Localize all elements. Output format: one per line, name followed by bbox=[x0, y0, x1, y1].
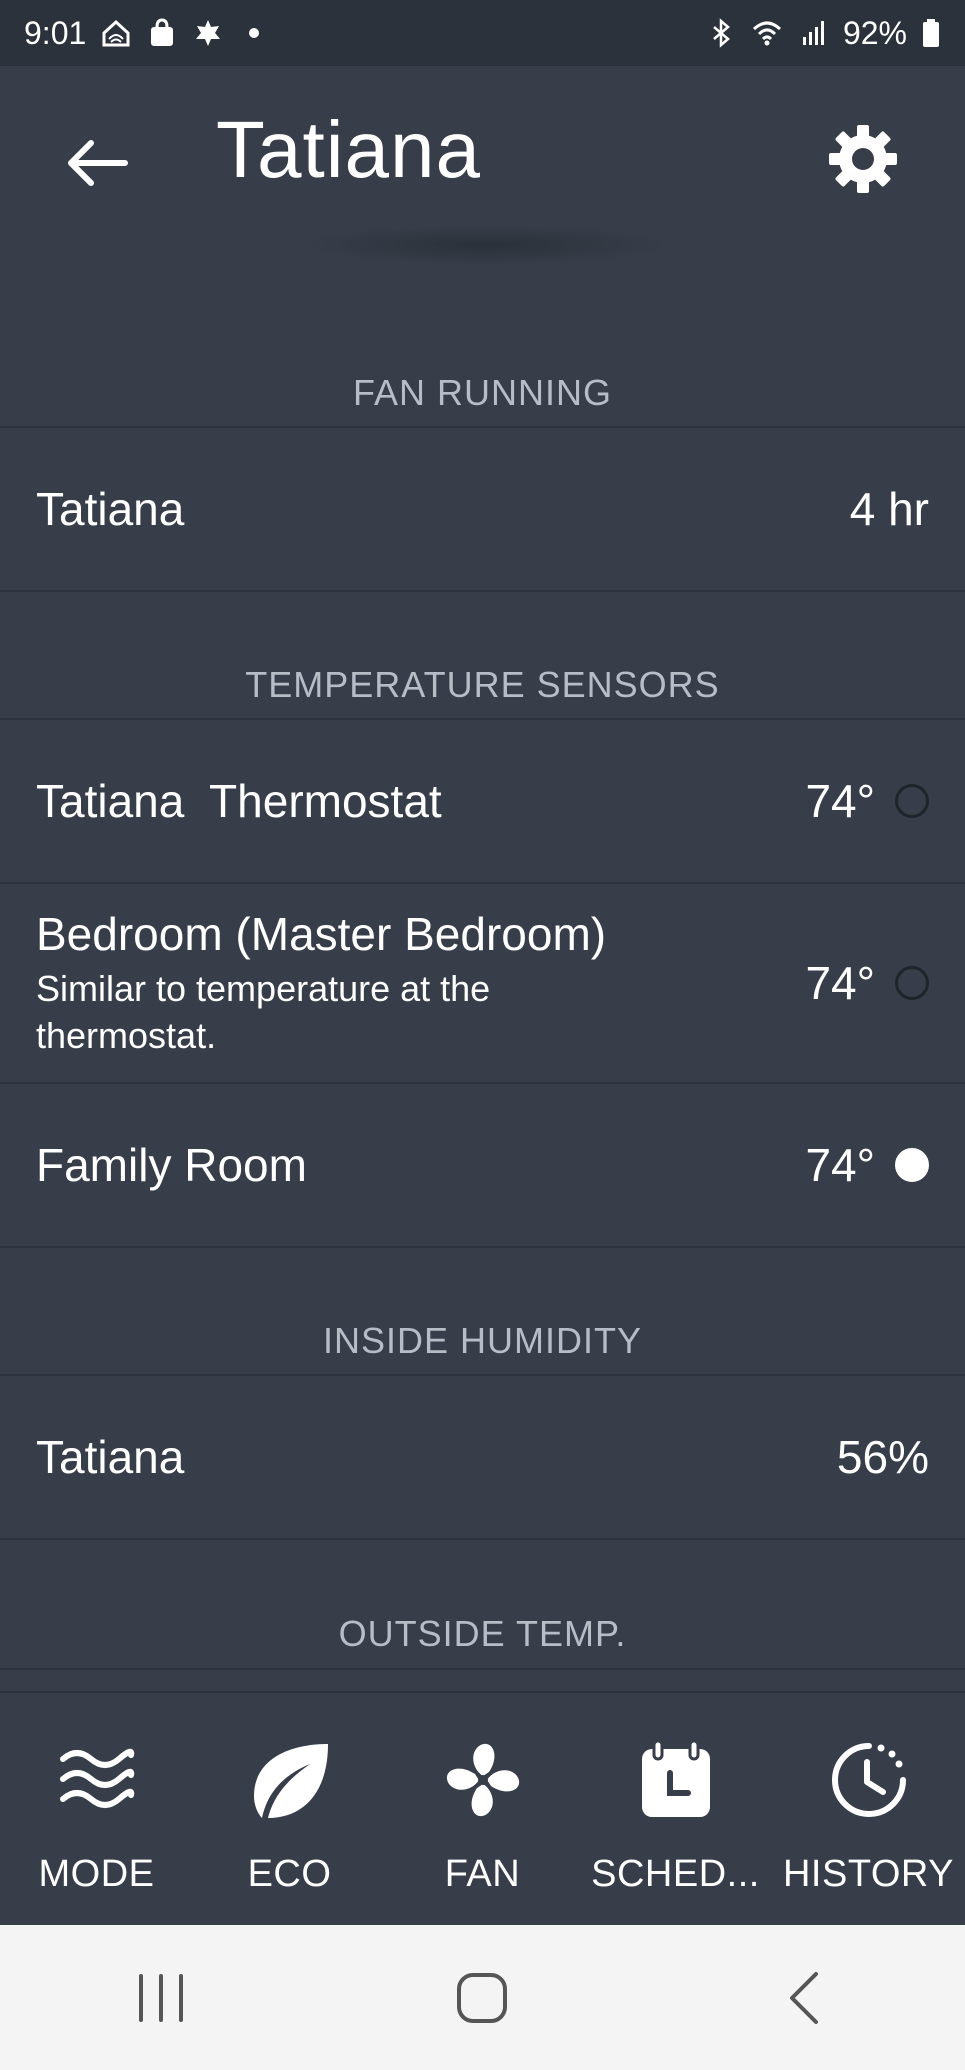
row-value: 4 hr bbox=[849, 483, 929, 535]
recent-apps-button[interactable] bbox=[101, 1948, 221, 2048]
battery-percent: 92% bbox=[842, 14, 907, 51]
row-value: 56% bbox=[836, 1431, 929, 1483]
row-label: Tatiana bbox=[36, 1431, 185, 1483]
home-button[interactable] bbox=[422, 1948, 542, 2048]
schedule-icon bbox=[633, 1737, 719, 1823]
nav-label: MODE bbox=[38, 1853, 155, 1895]
section-header-outside-temp: OUTSIDE TEMP. bbox=[338, 1613, 627, 1654]
status-time: 9:01 bbox=[24, 14, 87, 51]
sensor-select-radio-selected[interactable] bbox=[895, 1148, 929, 1182]
leaf-icon bbox=[247, 1737, 333, 1823]
waves-icon bbox=[54, 1737, 140, 1823]
row-text-group: Bedroom (Master Bedroom) Similar to temp… bbox=[36, 907, 636, 1059]
battery-icon bbox=[921, 17, 941, 49]
header-shadow bbox=[300, 225, 670, 265]
sensor-temperature: 74° bbox=[805, 775, 875, 827]
home-button-icon bbox=[457, 1972, 508, 2023]
dot-icon bbox=[238, 17, 270, 49]
nav-label: ECO bbox=[247, 1853, 332, 1895]
nav-label: SCHED... bbox=[591, 1853, 760, 1895]
sensor-row-bedroom[interactable]: Bedroom (Master Bedroom) Similar to temp… bbox=[0, 884, 965, 1084]
fan-running-row[interactable]: Tatiana 4 hr bbox=[0, 426, 965, 592]
nav-fan[interactable]: FAN bbox=[386, 1693, 579, 1927]
status-bar-right: 92% bbox=[705, 15, 941, 52]
nav-eco[interactable]: ECO bbox=[193, 1693, 386, 1927]
arrow-left-icon bbox=[68, 140, 128, 186]
row-label: Bedroom (Master Bedroom) bbox=[36, 908, 607, 960]
home-icon bbox=[100, 17, 132, 49]
nav-label: HISTORY bbox=[782, 1853, 955, 1895]
sensor-select-radio[interactable] bbox=[895, 784, 929, 818]
sensor-temperature: 74° bbox=[805, 1139, 875, 1191]
status-bar: 9:01 92% bbox=[0, 0, 965, 66]
row-label: Family Room bbox=[36, 1139, 307, 1191]
sensor-temperature: 74° bbox=[805, 957, 875, 1009]
sensor-select-radio[interactable] bbox=[895, 966, 929, 1000]
history-icon bbox=[826, 1737, 912, 1823]
app-bar: Tatiana bbox=[0, 66, 965, 236]
humidity-row[interactable]: Tatiana 56% bbox=[0, 1374, 965, 1540]
system-nav-bar bbox=[0, 1925, 965, 2070]
settings-button[interactable] bbox=[818, 114, 908, 204]
row-label: Tatiana bbox=[36, 483, 185, 535]
section-header-fan-running: FAN RUNNING bbox=[352, 372, 612, 413]
row-label: Tatiana Thermostat bbox=[36, 775, 442, 827]
row-value-group: 74° bbox=[805, 1138, 929, 1192]
bluetooth-icon bbox=[705, 17, 737, 49]
row-value-group: 74° bbox=[805, 774, 929, 828]
section-header-temperature-sensors: TEMPERATURE SENSORS bbox=[245, 664, 720, 705]
back-nav-icon bbox=[790, 1971, 819, 2024]
nav-schedule[interactable]: SCHED... bbox=[579, 1693, 772, 1927]
fan-icon bbox=[440, 1737, 526, 1823]
sensor-row-family-room[interactable]: Family Room 74° bbox=[0, 1084, 965, 1248]
page-title: Tatiana bbox=[216, 105, 481, 194]
row-value-group: 74° bbox=[805, 956, 929, 1010]
divider bbox=[0, 1668, 965, 1670]
section-header-inside-humidity: INSIDE HUMIDITY bbox=[322, 1320, 642, 1361]
nav-label: FAN bbox=[444, 1853, 521, 1895]
nav-history[interactable]: HISTORY bbox=[772, 1693, 965, 1927]
gear-icon bbox=[829, 125, 897, 193]
leaf-notification-icon bbox=[192, 17, 224, 49]
back-button[interactable] bbox=[52, 118, 142, 208]
bottom-nav: MODE ECO FAN SCHED... HISTORY bbox=[0, 1691, 965, 1927]
wifi-icon bbox=[751, 17, 783, 49]
system-back-button[interactable] bbox=[744, 1948, 864, 2048]
shopping-bag-icon bbox=[146, 17, 178, 49]
recent-apps-icon bbox=[138, 1973, 183, 2022]
signal-icon bbox=[797, 17, 829, 49]
nav-mode[interactable]: MODE bbox=[0, 1693, 193, 1927]
row-subtitle: Similar to temperature at the thermostat… bbox=[36, 968, 491, 1056]
status-bar-left: 9:01 bbox=[24, 15, 270, 52]
sensor-row-thermostat[interactable]: Tatiana Thermostat 74° bbox=[0, 718, 965, 884]
